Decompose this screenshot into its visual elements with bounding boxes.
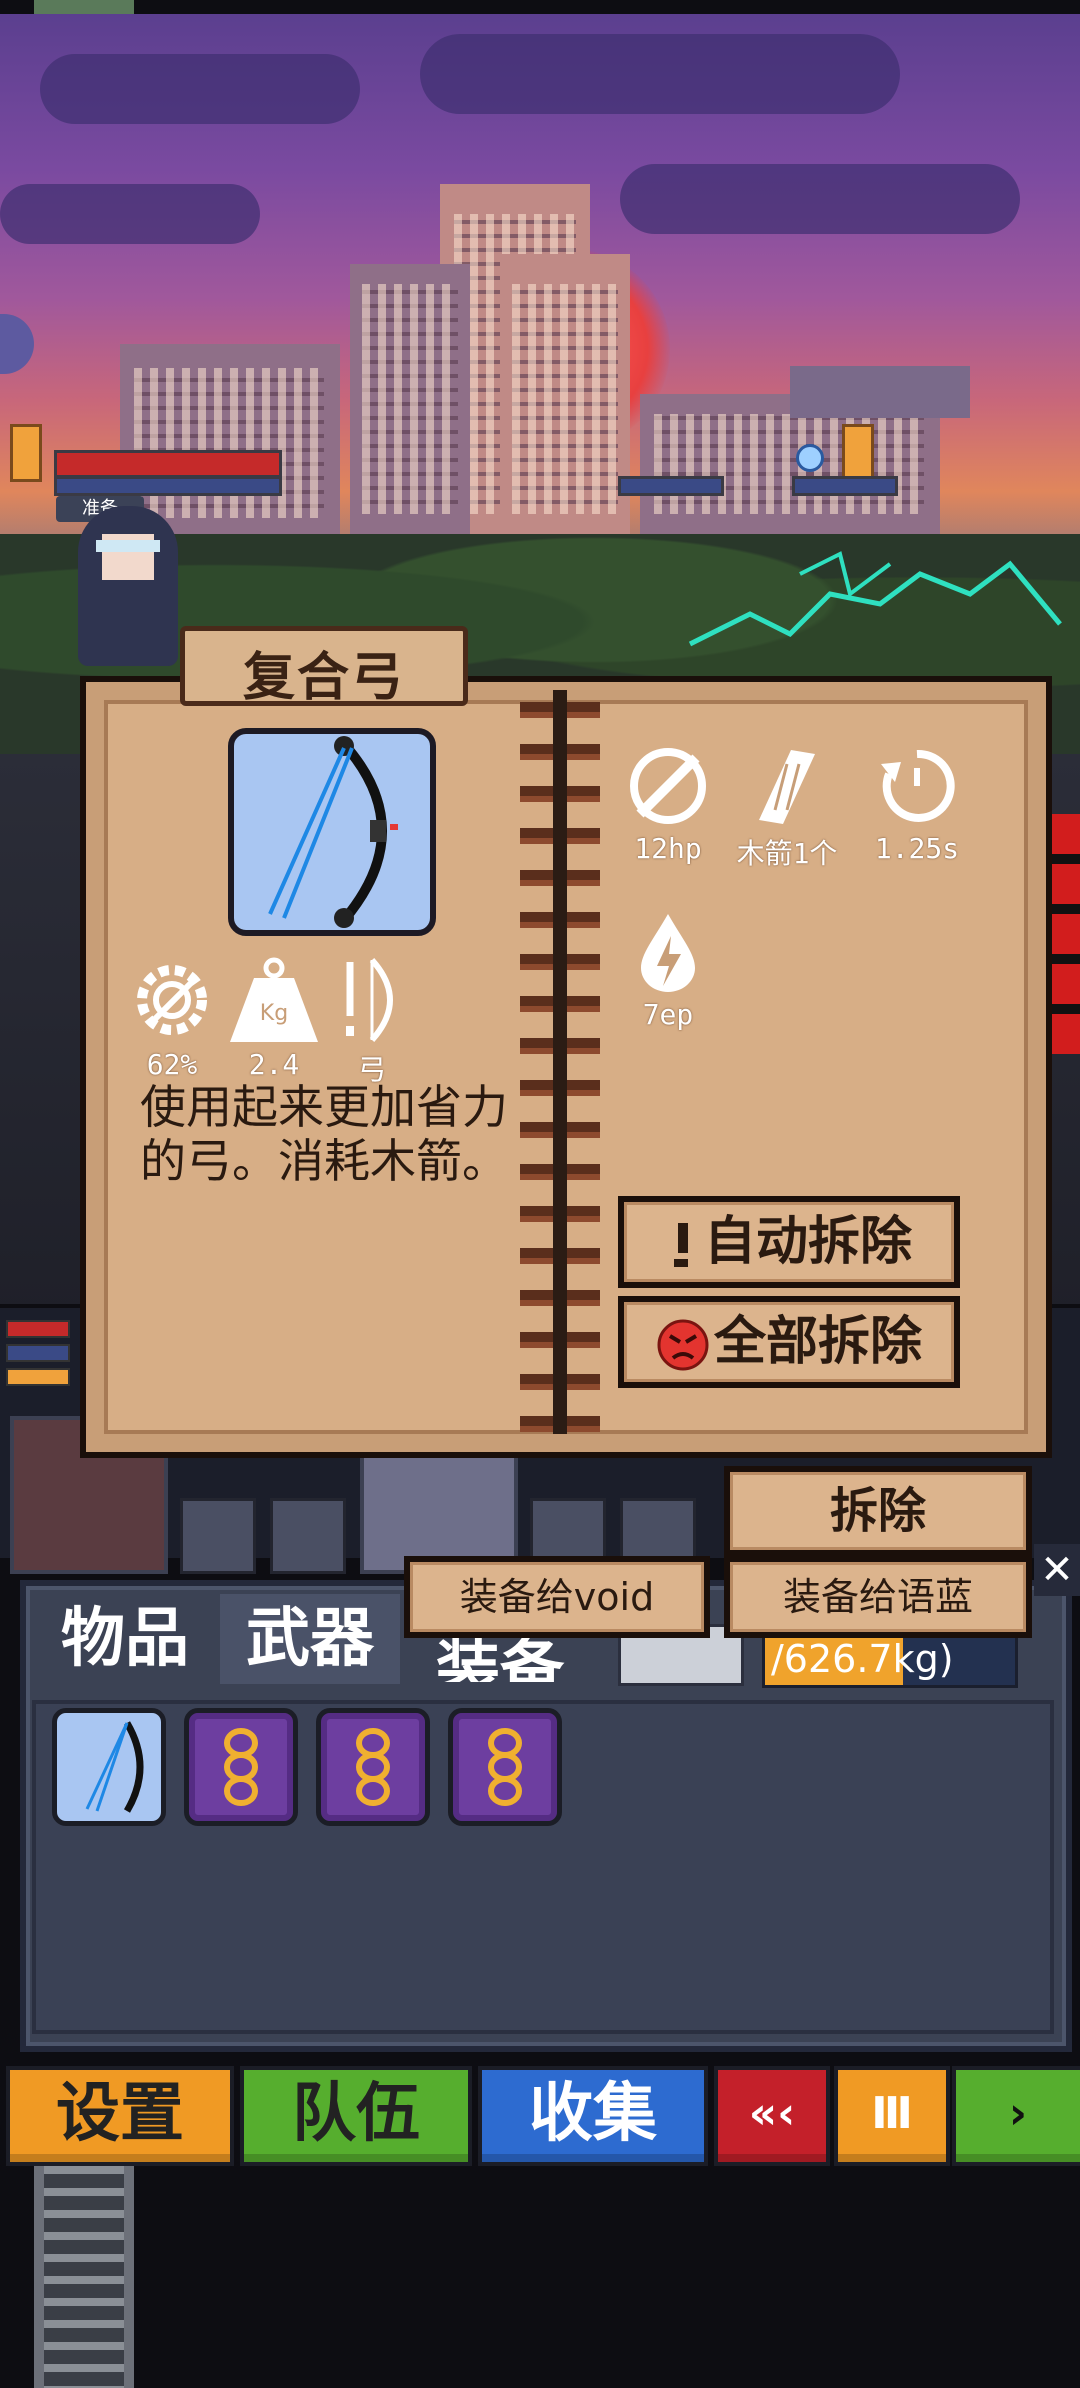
street-lamp xyxy=(842,424,874,482)
menu-collect-button[interactable]: 收集 xyxy=(478,2066,708,2166)
enemy-bar xyxy=(792,476,898,496)
carry-weight-text: /626.7kg) xyxy=(771,1637,954,1681)
stat-weight: Kg 2.4 xyxy=(226,956,322,1081)
weight-icon-glyph: Kg xyxy=(260,1001,288,1026)
stat-type: 弓 xyxy=(332,956,412,1088)
dismantle-all-label: 全部拆除 xyxy=(713,1312,922,1372)
cloud xyxy=(40,54,360,124)
compound-bow-icon xyxy=(268,736,398,928)
bow-type-icon xyxy=(346,957,393,1043)
inventory-slot[interactable] xyxy=(448,1708,562,1826)
side-tab[interactable] xyxy=(0,314,34,374)
auto-dismantle-label: 自动拆除 xyxy=(703,1212,912,1272)
inventory-slot[interactable] xyxy=(52,1708,166,1826)
rewind-button[interactable]: «‹ xyxy=(714,2066,830,2166)
tab-items[interactable]: 物品 xyxy=(40,1594,210,1684)
item-title-tab: 复合弓 xyxy=(180,626,468,708)
rail-track xyxy=(34,2166,134,2388)
building xyxy=(350,264,470,534)
menu-settings-button[interactable]: 设置 xyxy=(6,2066,234,2166)
stat-cooldown: 1.25s xyxy=(862,744,972,865)
ally-hp-bar xyxy=(54,450,282,478)
ally-energy-bar xyxy=(54,476,282,496)
pause-button[interactable]: Ⅲ xyxy=(834,2066,950,2166)
durability-gear-icon xyxy=(137,965,207,1035)
chain-ring-icon xyxy=(356,1728,390,1806)
street-lamp xyxy=(10,424,42,482)
equip-to-yulan-button[interactable]: 装备给语蓝 xyxy=(724,1556,1032,1638)
mini-energy-bar xyxy=(6,1344,70,1362)
close-button[interactable]: ✕ xyxy=(1034,1544,1080,1596)
stat-weight-label: 2.4 xyxy=(248,1048,300,1081)
damage-icon xyxy=(630,748,706,824)
hero-character[interactable] xyxy=(78,506,178,686)
dismantle-all-button[interactable]: 全部拆除 xyxy=(618,1296,960,1388)
inventory-slot[interactable] xyxy=(184,1708,298,1826)
cloud xyxy=(620,164,1020,234)
cooldown-icon xyxy=(881,749,955,822)
angry-face-icon xyxy=(657,1319,709,1371)
dismantle-button[interactable]: 拆除 xyxy=(724,1466,1032,1556)
mini-xp-bar xyxy=(6,1368,70,1386)
cloud xyxy=(420,34,900,114)
stat-durability-label: 62% xyxy=(146,1048,198,1081)
stat-ammo-label: 木箭1个 xyxy=(736,837,838,870)
billboard xyxy=(790,366,970,418)
potion-slot[interactable] xyxy=(270,1498,346,1574)
chain-ring-icon xyxy=(488,1728,522,1806)
item-preview xyxy=(228,728,436,936)
stat-ammo: 木箭1个 xyxy=(722,744,852,872)
top-strip xyxy=(0,0,1080,14)
compound-bow-icon xyxy=(85,1721,144,1813)
equip-to-void-button[interactable]: 装备给void xyxy=(404,1556,710,1638)
inventory-slot[interactable] xyxy=(316,1708,430,1826)
mini-hp-bar xyxy=(6,1320,70,1338)
target-icon xyxy=(796,444,824,472)
play-button[interactable]: › xyxy=(952,2066,1080,2166)
stat-damage: 12hp xyxy=(618,744,718,865)
rail-top-segment xyxy=(34,0,134,14)
stat-cooldown-label: 1.25s xyxy=(874,832,960,865)
wrench-icon xyxy=(673,1223,688,1267)
cloud xyxy=(0,184,260,244)
lightning-effect xyxy=(688,551,1062,647)
potion-slot[interactable] xyxy=(180,1498,256,1574)
auto-dismantle-button[interactable]: 自动拆除 xyxy=(618,1196,960,1288)
item-description: 使用起来更加省力的弓。消耗木箭。 xyxy=(140,1080,508,1188)
stat-energy-label: 7ep xyxy=(642,998,694,1031)
stat-durability: 62% xyxy=(124,956,220,1081)
weight-icon: Kg xyxy=(230,957,318,1042)
carry-weight-bar: /626.7kg) xyxy=(762,1630,1018,1688)
chain-ring-icon xyxy=(224,1728,258,1806)
building xyxy=(500,254,630,534)
enemy-bar xyxy=(618,476,724,496)
menu-team-button[interactable]: 队伍 xyxy=(240,2066,472,2166)
energy-icon xyxy=(641,914,695,992)
book-spine-core xyxy=(553,690,567,1434)
stat-damage-label: 12hp xyxy=(634,832,702,865)
tab-weapons[interactable]: 武器 xyxy=(220,1594,400,1684)
item-title: 复合弓 xyxy=(242,648,405,708)
stat-energy: 7ep xyxy=(618,910,718,1031)
ammo-icon xyxy=(759,750,815,824)
